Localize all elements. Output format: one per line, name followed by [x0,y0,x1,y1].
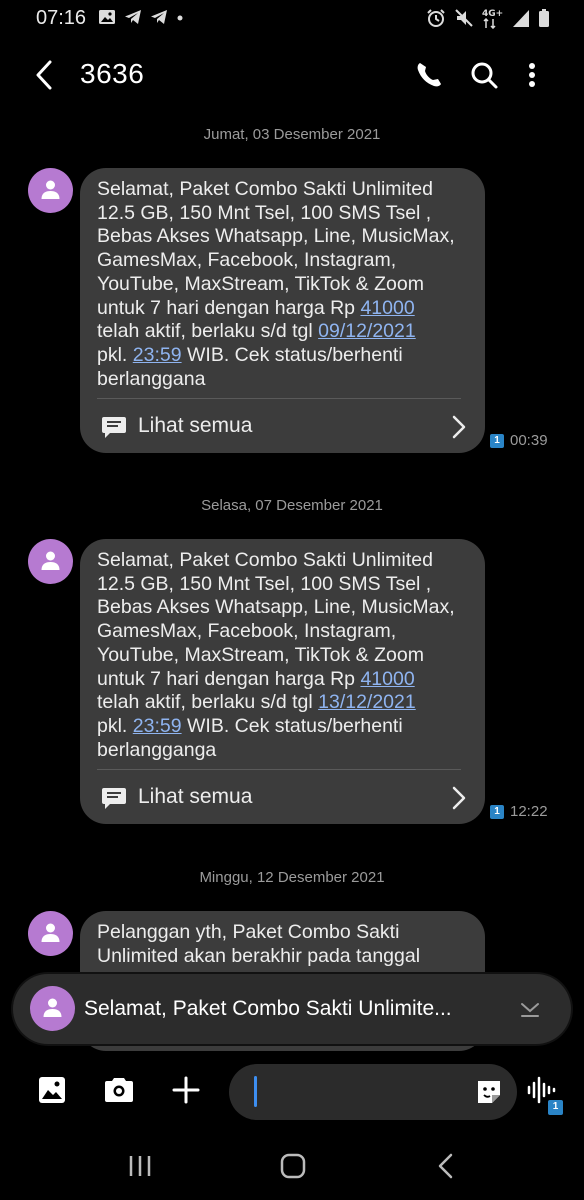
status-bar: 07:16 4G+ [0,0,584,36]
avatar[interactable] [28,911,73,956]
alarm-icon [427,9,445,27]
add-icon[interactable] [172,1076,200,1104]
navigation-bar [0,1140,584,1200]
back-button[interactable] [30,58,60,92]
gallery-icon[interactable] [38,1076,66,1104]
person-icon [41,551,60,570]
see-all-button[interactable]: Lihat semua [97,404,467,448]
message-meta: 1 12:22 [490,803,548,820]
person-icon [43,998,62,1017]
message-text: Selamat, Paket Combo Sakti Unlimited 12.… [97,549,477,762]
time-link[interactable]: 23:59 [133,715,182,737]
divider [97,769,461,770]
message-icon [102,788,126,809]
chevron-right-icon [452,415,466,439]
sim-badge: 1 [548,1100,563,1115]
message-meta: 1 00:39 [490,432,548,449]
popup-text: Selamat, Paket Combo Sakti Unlimite... [84,997,452,1020]
message-text: Pelanggan yth, Paket Combo Sakti Unlimit… [97,921,421,967]
date-separator: Minggu, 12 Desember 2021 [199,869,385,886]
more-icon [529,63,535,87]
popup-avatar [30,986,75,1031]
more-options-button[interactable] [522,58,542,92]
battery-icon [539,9,549,27]
contact-title[interactable]: 3636 [80,58,144,90]
message-bubble[interactable]: Selamat, Paket Combo Sakti Unlimited 12.… [80,168,485,453]
price-link[interactable]: 41000 [360,297,414,319]
scroll-down-icon[interactable] [519,998,541,1020]
notification-icons [98,8,184,26]
conversation-header: 3636 [0,40,584,110]
phone-icon [417,63,441,87]
message-text-part: telah aktif, berlaku s/d tgl [97,691,313,714]
see-all-label: Lihat semua [138,785,253,808]
divider [97,398,461,399]
see-all-label: Lihat semua [138,414,253,437]
price-link[interactable]: 41000 [360,668,414,690]
date-separator: Selasa, 07 Desember 2021 [201,497,383,514]
time-link[interactable]: 23:59 [133,344,182,366]
message-text-part: pkl. [97,343,128,366]
mute-icon [455,9,473,27]
composer-bar: 1 [0,1062,584,1122]
arrow-left-icon [36,60,52,90]
svg-text:4G+: 4G+ [482,9,503,19]
telegram-icon [151,10,167,24]
signal-icon [513,10,529,27]
camera-icon[interactable] [103,1076,135,1104]
status-time: 07:16 [36,7,87,29]
message-bubble[interactable]: Selamat, Paket Combo Sakti Unlimited 12.… [80,539,485,824]
network-4g-icon: 4G+ [482,9,503,29]
recent-apps-icon[interactable] [126,1152,154,1180]
message-text-part: pkl. [97,714,128,737]
sticker-icon[interactable] [475,1078,503,1106]
search-button[interactable] [467,58,501,92]
new-message-popup[interactable]: Selamat, Paket Combo Sakti Unlimite... [13,974,571,1044]
sim-badge: 1 [490,433,504,448]
avatar[interactable] [28,168,73,213]
date-separator: Jumat, 03 Desember 2021 [203,126,381,143]
date-link[interactable]: 09/12/2021 [318,320,416,342]
telegram-icon [125,10,141,24]
avatar[interactable] [28,539,73,584]
see-all-button[interactable]: Lihat semua [97,775,467,819]
search-icon [471,62,498,89]
date-link[interactable]: 13/12/2021 [318,691,416,713]
message-time: 12:22 [510,803,548,820]
text-cursor [254,1076,257,1107]
message-text: Selamat, Paket Combo Sakti Unlimited 12.… [97,178,477,391]
home-icon[interactable] [279,1152,307,1180]
system-status-icons: 4G+ [426,7,550,29]
message-icon [102,417,126,438]
message-text-part: telah aktif, berlaku s/d tgl [97,320,313,343]
message-input[interactable] [229,1064,517,1120]
voice-record-button[interactable]: 1 [526,1076,566,1116]
back-icon[interactable] [434,1152,458,1180]
gallery-notification-icon [99,10,115,24]
sim-badge: 1 [490,804,504,819]
person-icon [41,180,60,199]
message-time: 00:39 [510,432,548,449]
dot-icon [177,15,183,21]
call-button[interactable] [412,58,446,92]
chevron-right-icon [452,786,466,810]
person-icon [41,923,60,942]
